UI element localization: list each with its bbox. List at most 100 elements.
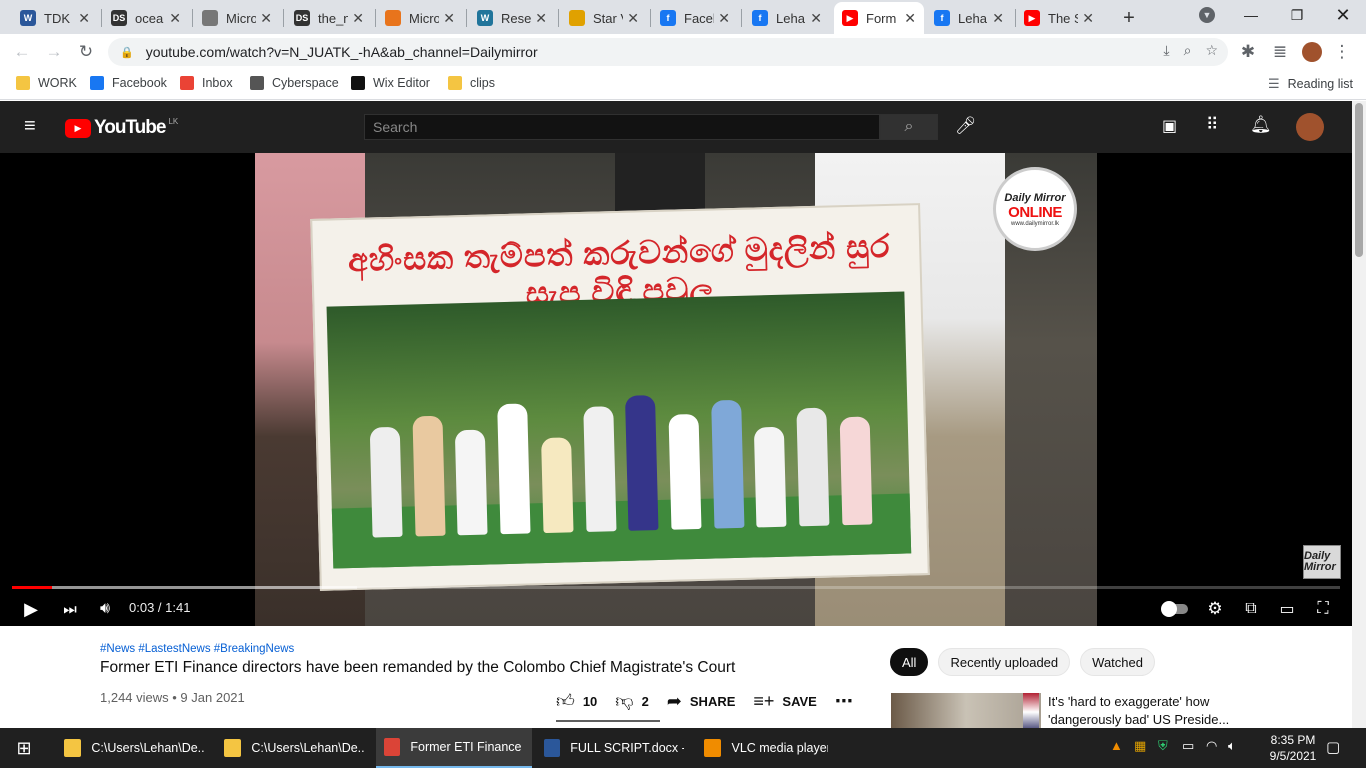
tab-7[interactable]: f Facel ✕ [652, 2, 738, 34]
tab-8[interactable]: f Leha ✕ [744, 2, 830, 34]
bookmark-item[interactable]: WORK [16, 76, 77, 90]
create-video-icon[interactable]: ▣ [1162, 116, 1177, 136]
start-button[interactable]: ⊞ [0, 728, 48, 768]
zoom-icon[interactable]: ⌕ [1184, 42, 1192, 59]
save-button[interactable]: ≡+ SAVE [753, 691, 816, 712]
wifi-icon[interactable]: ◠ [1206, 738, 1217, 754]
app-icon [385, 10, 401, 26]
tab-9[interactable]: ▶ Form ✕ [834, 2, 924, 34]
taskbar-item[interactable]: VLC media player [696, 728, 836, 768]
media-control-icon[interactable]: ≣ [1270, 42, 1290, 62]
chip-watched[interactable]: Watched [1080, 648, 1155, 676]
system-clock[interactable]: 8:35 PM 9/5/2021 [1268, 732, 1318, 764]
new-tab-button[interactable]: + [1114, 2, 1144, 34]
theater-mode-icon[interactable]: ▭ [1276, 597, 1298, 621]
like-button[interactable]: 👍︎ 10 [556, 690, 597, 712]
progress-bar[interactable] [12, 586, 1340, 589]
recommended-title[interactable]: It's 'hard to exaggerate' how 'dangerous… [1048, 693, 1238, 729]
tab-2[interactable]: Micro ✕ [194, 2, 280, 34]
profile-avatar[interactable] [1302, 42, 1322, 62]
hamburger-menu-icon[interactable]: ≡ [24, 116, 40, 136]
close-tab-icon[interactable]: ✕ [78, 10, 90, 27]
tab-10[interactable]: f Leha ✕ [926, 2, 1012, 34]
channel-watermark[interactable]: Daily Mirror [1303, 545, 1341, 579]
speaker-icon[interactable]: 🔈︎ [1228, 738, 1236, 754]
avatar[interactable] [1296, 113, 1324, 141]
close-tab-icon[interactable]: ✕ [260, 10, 272, 27]
video-player[interactable]: අහිංසක තැම්පත් කරුවන්ගේ මුදලින් සුර සැප … [0, 153, 1352, 626]
tab-0[interactable]: W TDK I ✕ [12, 2, 98, 34]
close-tab-icon[interactable]: ✕ [904, 10, 916, 27]
facebook-icon [90, 76, 104, 90]
notification-center-icon[interactable]: ▢ [1326, 738, 1340, 756]
search-button[interactable]: ⌕ [880, 114, 938, 140]
bookmark-item[interactable]: Wix Editor [351, 76, 430, 90]
apps-grid-icon[interactable]: ⠿ [1206, 115, 1218, 135]
back-icon[interactable]: ← [12, 42, 32, 62]
bookmark-item[interactable]: clips [448, 76, 495, 90]
reload-icon[interactable]: ↻ [76, 42, 96, 62]
bookmarks-bar: WORK Facebook Inbox Cyberspace Wix Editor cli… [0, 70, 1366, 100]
close-tab-icon[interactable]: ✕ [1082, 10, 1094, 27]
chip-recently-uploaded[interactable]: Recently uploaded [938, 648, 1071, 676]
app-tray-icon[interactable]: ▦ [1134, 738, 1146, 754]
taskbar-item[interactable]: FULL SCRIPT.docx -... [536, 728, 692, 768]
more-actions-icon[interactable]: ⋯ [835, 691, 853, 712]
close-tab-icon[interactable]: ✕ [992, 10, 1004, 27]
tab-4[interactable]: Micro ✕ [377, 2, 463, 34]
bookmark-item[interactable]: Inbox [180, 76, 233, 90]
fullscreen-icon[interactable]: ⛶ [1312, 597, 1334, 621]
close-tab-icon[interactable]: ✕ [810, 10, 822, 27]
bookmark-item[interactable]: Facebook [90, 76, 167, 90]
forward-icon[interactable]: → [44, 42, 64, 62]
lock-icon[interactable]: 🔒 [120, 46, 134, 59]
close-tab-icon[interactable]: ✕ [169, 10, 181, 27]
url-text[interactable]: youtube.com/watch?v=N_JUATK_-hA&ab_chann… [146, 44, 538, 60]
word-icon [544, 739, 561, 757]
tab-3[interactable]: DS the_n ✕ [286, 2, 372, 34]
bookmark-item[interactable]: Cyberspace [250, 76, 339, 90]
hashtags[interactable]: #News #LastestNews #BreakingNews [100, 643, 294, 655]
close-tab-icon[interactable]: ✕ [535, 10, 547, 27]
install-icon[interactable]: ⤓ [1163, 42, 1169, 59]
share-button[interactable]: ➦ SHARE [667, 691, 736, 712]
address-bar[interactable]: 🔒 youtube.com/watch?v=N_JUATK_-hA&ab_cha… [108, 38, 1228, 66]
scrollbar-thumb[interactable] [1355, 103, 1363, 257]
autoplay-toggle[interactable] [1161, 597, 1189, 621]
close-tab-icon[interactable]: ✕ [627, 10, 639, 27]
minimize-button[interactable]: — [1228, 0, 1274, 30]
vlc-tray-icon[interactable]: ▲ [1110, 738, 1123, 753]
recommended-thumbnail[interactable] [891, 693, 1041, 731]
tab-search-icon[interactable]: ▼ [1184, 0, 1230, 30]
page-scrollbar[interactable] [1352, 101, 1366, 728]
extensions-icon[interactable]: ✱ [1238, 42, 1258, 62]
mic-icon[interactable]: 🎤︎ [955, 116, 977, 136]
miniplayer-icon[interactable]: ⧉ [1240, 597, 1262, 621]
volume-icon[interactable]: 🔊︎ [94, 597, 116, 621]
bookmark-star-icon[interactable]: ☆ [1205, 42, 1218, 59]
notifications-bell-icon[interactable]: 🔔︎ [1250, 115, 1272, 135]
tab-1[interactable]: DS ocea ✕ [103, 2, 189, 34]
close-tab-icon[interactable]: ✕ [718, 10, 730, 27]
taskbar-item[interactable]: C:\Users\Lehan\De... [216, 728, 372, 768]
close-tab-icon[interactable]: ✕ [352, 10, 364, 27]
chip-all[interactable]: All [890, 648, 929, 676]
play-button[interactable]: ▶ [20, 597, 42, 621]
reading-list-button[interactable]: ☰ Reading list [1268, 76, 1353, 92]
chrome-menu-icon[interactable]: ⋮ [1332, 42, 1352, 62]
restore-button[interactable]: ❐ [1274, 0, 1320, 30]
youtube-logo[interactable]: ▶ YouTube LK [65, 117, 178, 139]
taskbar-item[interactable]: Former ETI Finance ... [376, 728, 532, 768]
security-tray-icon[interactable]: ⛨ [1158, 738, 1168, 754]
tab-5[interactable]: W Rese ✕ [469, 2, 555, 34]
taskbar-item[interactable]: C:\Users\Lehan\De... [56, 728, 212, 768]
battery-icon[interactable]: ▭ [1182, 738, 1194, 754]
search-input[interactable]: Search [364, 114, 880, 140]
tab-11[interactable]: ▶ The S✕ [1016, 2, 1102, 34]
dislike-button[interactable]: 👎︎ 2 [615, 690, 649, 712]
close-window-button[interactable]: ✕ [1320, 0, 1366, 30]
settings-gear-icon[interactable]: ⚙ [1204, 597, 1226, 621]
next-button[interactable]: ⏭ [60, 597, 80, 621]
tab-6[interactable]: Star V✕ [561, 2, 647, 34]
close-tab-icon[interactable]: ✕ [443, 10, 455, 27]
